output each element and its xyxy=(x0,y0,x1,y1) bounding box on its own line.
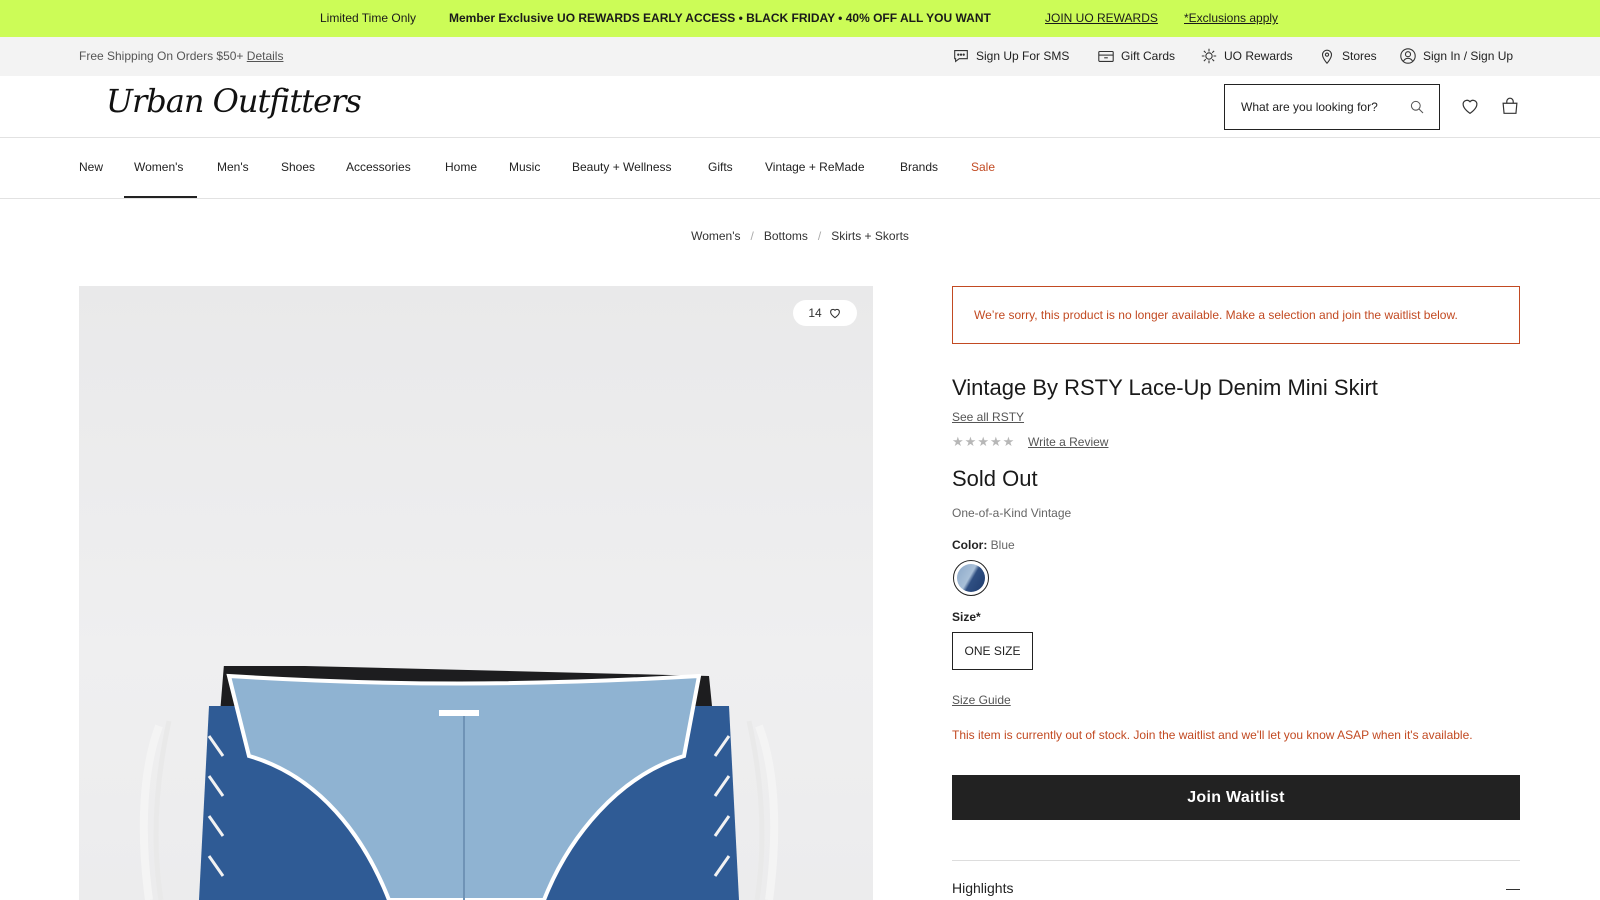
star-icon: ★ xyxy=(952,434,964,449)
star-icon: ★ xyxy=(1002,434,1015,449)
product-subtitle: One-of-a-Kind Vintage xyxy=(952,506,1072,520)
location-pin-icon xyxy=(1321,49,1333,65)
shopping-bag-icon[interactable] xyxy=(1499,95,1521,117)
size-option-one-size[interactable]: ONE SIZE xyxy=(952,632,1033,670)
gift-card-icon xyxy=(1098,50,1114,62)
unavailable-alert-text: We’re sorry, this product is no longer a… xyxy=(974,308,1458,322)
nav-item-shoes[interactable]: Shoes xyxy=(281,160,315,174)
write-review-link[interactable]: Write a Review xyxy=(1028,435,1108,449)
color-swatch-blue[interactable] xyxy=(953,560,989,596)
breadcrumb-separator: / xyxy=(750,229,754,243)
nav-item-brands[interactable]: Brands xyxy=(900,160,938,174)
brand-logo[interactable]: Urban Outfitters xyxy=(106,82,362,120)
promo-bar: Limited Time Only Member Exclusive UO RE… xyxy=(0,0,1600,37)
highlights-label: Highlights xyxy=(952,880,1014,896)
breadcrumb-bottoms[interactable]: Bottoms xyxy=(764,229,808,243)
color-label-key: Color: xyxy=(952,538,988,552)
join-rewards-link[interactable]: JOIN UO REWARDS xyxy=(1045,11,1158,25)
nav-item-womens[interactable]: Women's xyxy=(134,160,183,174)
star-icon: ★ xyxy=(977,434,989,449)
nav-active-indicator xyxy=(124,196,197,198)
uo-rewards-label: UO Rewards xyxy=(1224,49,1293,63)
search-icon[interactable] xyxy=(1409,99,1425,115)
product-image[interactable]: 14 xyxy=(79,286,873,900)
nav-item-gifts[interactable]: Gifts xyxy=(708,160,733,174)
star-icon: ★ xyxy=(964,434,977,449)
size-guide-link[interactable]: Size Guide xyxy=(952,693,1011,707)
stores-link[interactable]: Stores xyxy=(1318,47,1377,65)
promo-limited-text: Limited Time Only xyxy=(320,11,417,25)
sun-icon xyxy=(1201,48,1217,64)
breadcrumb-womens[interactable]: Women's xyxy=(691,229,740,243)
breadcrumb-skirts-skorts[interactable]: Skirts + Skorts xyxy=(831,229,909,243)
size-label: Size* xyxy=(952,610,981,624)
main-nav: New Women's Men's Shoes Accessories Home… xyxy=(0,138,1600,199)
nav-item-vintage-remade[interactable]: Vintage + ReMade xyxy=(765,160,865,174)
nav-item-sale[interactable]: Sale xyxy=(971,160,995,174)
sign-in-link[interactable]: Sign In / Sign Up xyxy=(1399,47,1513,65)
breadcrumb: Women's / Bottoms / Skirts + Skorts xyxy=(0,229,1600,243)
denim-skirt-illustration xyxy=(139,666,779,900)
chat-icon xyxy=(954,50,968,63)
nav-item-accessories[interactable]: Accessories xyxy=(346,160,411,174)
color-value: Blue xyxy=(990,538,1015,552)
star-icon: ★ xyxy=(989,434,1002,449)
search-placeholder: What are you looking for? xyxy=(1241,100,1378,114)
site-header: Urban Outfitters What are you looking fo… xyxy=(0,76,1600,138)
sign-in-label: Sign In / Sign Up xyxy=(1423,49,1514,63)
user-icon xyxy=(1400,48,1416,64)
uo-rewards-link[interactable]: UO Rewards xyxy=(1200,47,1293,65)
like-count: 14 xyxy=(808,306,822,320)
nav-item-beauty-wellness[interactable]: Beauty + Wellness xyxy=(572,160,672,174)
nav-item-home[interactable]: Home xyxy=(445,160,477,174)
nav-item-new[interactable]: New xyxy=(79,160,103,174)
out-of-stock-message: This item is currently out of stock. Joi… xyxy=(952,728,1473,742)
color-label: Color: Blue xyxy=(952,538,1015,552)
like-button[interactable]: 14 xyxy=(793,300,857,326)
nav-item-music[interactable]: Music xyxy=(509,160,540,174)
price-status: Sold Out xyxy=(952,466,1038,491)
rating-stars[interactable]: ★ ★ ★ ★ ★ xyxy=(952,435,1014,449)
color-swatch-fill xyxy=(957,564,985,592)
see-all-brand-link[interactable]: See all RSTY xyxy=(952,410,1024,424)
breadcrumb-separator: / xyxy=(817,229,822,243)
collapse-icon: — xyxy=(1506,880,1520,896)
product-title: Vintage By RSTY Lace-Up Denim Mini Skirt xyxy=(952,375,1378,400)
exclusions-link[interactable]: *Exclusions apply xyxy=(1184,11,1278,25)
gift-cards-label: Gift Cards xyxy=(1121,49,1176,63)
highlights-accordion[interactable]: Highlights — xyxy=(952,880,1520,896)
join-waitlist-button[interactable]: Join Waitlist xyxy=(952,775,1520,820)
nav-item-mens[interactable]: Men's xyxy=(217,160,249,174)
heart-icon xyxy=(829,308,840,319)
section-divider xyxy=(952,860,1520,861)
utility-bar: Free Shipping On Orders $50+ Details Sig… xyxy=(0,37,1600,76)
shipping-text: Free Shipping On Orders $50+ xyxy=(79,49,244,63)
sms-signup-link[interactable]: Sign Up For SMS xyxy=(952,47,1069,65)
promo-message: Member Exclusive UO REWARDS EARLY ACCESS… xyxy=(449,11,991,25)
unavailable-alert: We’re sorry, this product is no longer a… xyxy=(952,286,1520,344)
wishlist-heart-icon[interactable] xyxy=(1459,95,1481,117)
sms-signup-label: Sign Up For SMS xyxy=(976,49,1070,63)
search-input[interactable]: What are you looking for? xyxy=(1224,84,1440,130)
shipping-details-link[interactable]: Details xyxy=(247,49,284,63)
gift-cards-link[interactable]: Gift Cards xyxy=(1097,47,1175,65)
stores-label: Stores xyxy=(1342,49,1377,63)
shipping-notice: Free Shipping On Orders $50+ Details xyxy=(79,49,283,63)
